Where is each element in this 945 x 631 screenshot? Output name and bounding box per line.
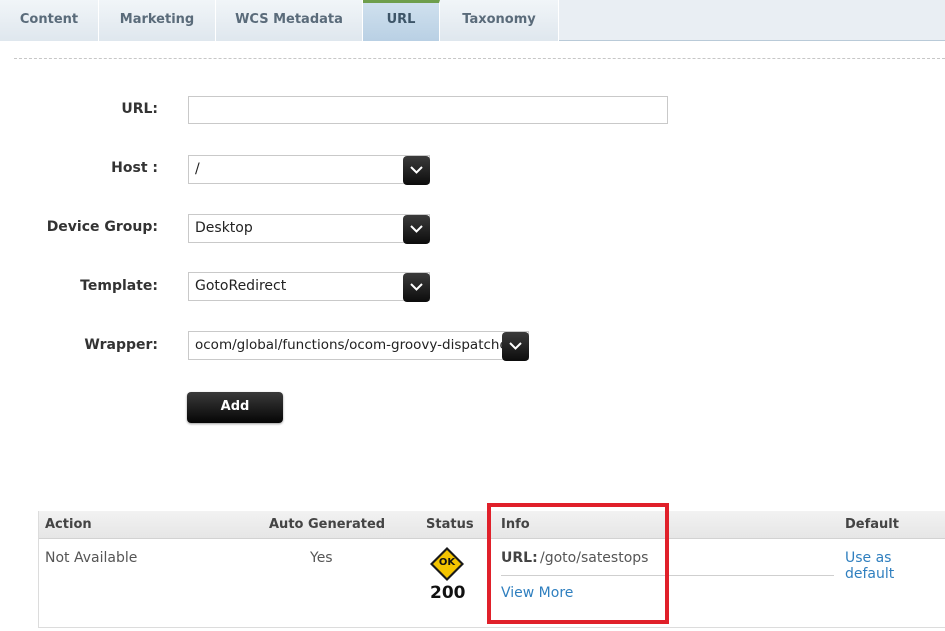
chevron-down-icon[interactable] [403, 156, 430, 185]
host-label: Host : [111, 160, 158, 176]
host-select[interactable]: / [188, 155, 430, 185]
chevron-down-icon[interactable] [403, 273, 430, 302]
tab-taxonomy[interactable]: Taxonomy [440, 0, 559, 41]
tab-marketing[interactable]: Marketing [99, 0, 216, 41]
tab-content[interactable]: Content [0, 0, 99, 41]
header-action: Action [45, 517, 92, 532]
wrapper-label: Wrapper: [84, 337, 158, 353]
section-divider [14, 58, 945, 59]
ok-badge-label: OK [438, 557, 456, 568]
chevron-down-icon[interactable] [502, 332, 529, 361]
ok-status-icon: OK [429, 546, 465, 582]
device-group-select[interactable]: Desktop [188, 214, 430, 244]
cell-auto-generated: Yes [310, 550, 333, 566]
device-group-label: Device Group: [46, 219, 158, 235]
tab-wcs-metadata[interactable]: WCS Metadata [216, 0, 363, 41]
header-status: Status [426, 517, 474, 532]
url-label: URL: [121, 101, 158, 117]
template-select[interactable]: GotoRedirect [188, 272, 430, 302]
template-select-value: GotoRedirect [195, 278, 287, 294]
header-auto-generated: Auto Generated [269, 517, 386, 532]
add-button[interactable]: Add [187, 392, 283, 423]
chevron-down-icon[interactable] [403, 215, 430, 244]
status-code: 200 [430, 583, 466, 603]
url-input[interactable] [188, 96, 668, 124]
wrapper-select-value: ocom/global/functions/ocom-groovy-dispat… [195, 337, 514, 353]
highlight-box [487, 503, 669, 624]
cell-action: Not Available [45, 550, 138, 566]
host-select-value: / [195, 161, 200, 177]
tab-url[interactable]: URL [363, 0, 440, 41]
tab-bar: Content Marketing WCS Metadata URL Taxon… [0, 0, 945, 41]
use-as-default-link[interactable]: Use as default [845, 550, 945, 582]
device-group-select-value: Desktop [195, 220, 253, 236]
template-label: Template: [80, 278, 158, 294]
wrapper-select[interactable]: ocom/global/functions/ocom-groovy-dispat… [188, 331, 529, 361]
header-default: Default [845, 517, 899, 532]
